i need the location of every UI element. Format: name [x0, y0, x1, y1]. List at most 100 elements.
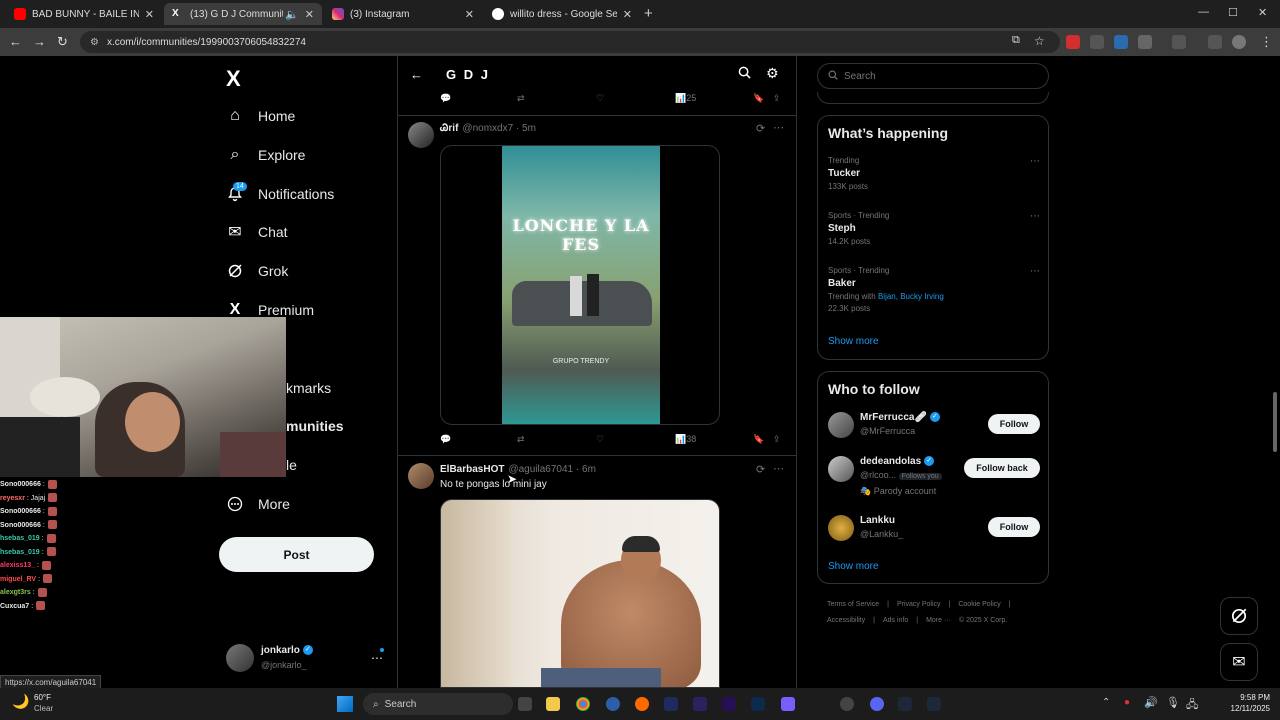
follow-button[interactable]: Follow: [988, 517, 1040, 537]
task-view-icon[interactable]: [518, 697, 532, 711]
follow-back-button[interactable]: Follow back: [964, 458, 1040, 478]
steam-icon[interactable]: [927, 697, 941, 711]
trend-more-icon[interactable]: ⋯: [1030, 211, 1040, 222]
retweet-icon[interactable]: ⇄: [517, 434, 525, 445]
app-icon[interactable]: [781, 697, 795, 711]
x-logo[interactable]: X: [226, 66, 241, 92]
search-input[interactable]: Search: [817, 63, 1049, 89]
forward-arrow-icon[interactable]: →: [33, 34, 46, 49]
extension-icon[interactable]: [1090, 35, 1104, 49]
follow-button[interactable]: Follow: [988, 414, 1040, 434]
nav-grok[interactable]: Grok: [226, 257, 288, 285]
windows-start-icon[interactable]: [337, 696, 353, 712]
clock-date[interactable]: 12/11/2025: [1220, 704, 1270, 713]
share-icon[interactable]: ⇪: [773, 93, 781, 104]
footer-link[interactable]: Terms of Service: [827, 601, 879, 608]
tweet-display-name[interactable]: Ꮚrif: [440, 123, 458, 134]
tweet-display-name[interactable]: ElBarbasHOT: [440, 464, 504, 475]
views-count[interactable]: 📊 38: [675, 434, 696, 445]
tweet-author-avatar[interactable]: [408, 463, 434, 489]
follow-suggestion[interactable]: dedeandolas ✓ @rlcoo... Follows you 🎭 Par…: [828, 456, 1040, 500]
tweet-more-icon[interactable]: ⋯: [773, 462, 784, 475]
tweet-handle[interactable]: @aguila67041: [508, 464, 573, 475]
share-icon[interactable]: ⇪: [773, 434, 781, 445]
footer-more-link[interactable]: More ···: [926, 617, 951, 624]
tweet-video[interactable]: LONCHE Y LA FES GRUPO TRENDY: [440, 145, 720, 425]
browser-menu-icon[interactable]: ⋮: [1260, 34, 1273, 50]
show-more-follow-link[interactable]: Show more: [828, 561, 879, 572]
after-effects-icon[interactable]: [693, 697, 707, 711]
footer-link[interactable]: Ads info: [883, 617, 908, 624]
bookmark-icon[interactable]: 🔖: [753, 434, 764, 445]
browser-tab-instagram[interactable]: (3) Instagram ✕: [324, 3, 482, 25]
retweet-icon[interactable]: ⇄: [517, 93, 525, 104]
tweet-author-avatar[interactable]: [408, 122, 434, 148]
adblock-extension-icon[interactable]: [1066, 35, 1080, 49]
bookmark-icon[interactable]: 🔖: [753, 93, 764, 104]
profile-avatar-icon[interactable]: [1232, 35, 1246, 49]
mic-icon[interactable]: 🎙: [1166, 696, 1180, 709]
new-tab-button[interactable]: +: [644, 5, 653, 22]
like-icon[interactable]: ♡: [596, 93, 604, 104]
browser-tab-youtube[interactable]: BAD BUNNY - BAILE INoLVIDA... ✕: [6, 3, 162, 25]
steam-icon[interactable]: [898, 697, 912, 711]
post-button[interactable]: Post: [219, 537, 374, 572]
trend-with-links[interactable]: Bijan, Bucky Irving: [878, 292, 944, 301]
app-icon[interactable]: [811, 697, 825, 711]
tweet-more-icon[interactable]: ⋯: [773, 121, 784, 134]
trend-item[interactable]: Trending Tucker 133K posts ⋯: [828, 156, 1040, 191]
minimize-button[interactable]: —: [1198, 6, 1209, 18]
nav-more[interactable]: More: [226, 490, 290, 518]
media-icon[interactable]: [1208, 35, 1222, 49]
grok-explain-icon[interactable]: ⟳: [756, 122, 765, 135]
network-icon[interactable]: 🖧: [1186, 696, 1198, 715]
puzzle-extensions-icon[interactable]: [1138, 35, 1152, 49]
taskbar-search-input[interactable]: ⌕ Search: [363, 693, 513, 715]
discord-icon[interactable]: [870, 697, 884, 711]
nav-explore[interactable]: ⌕ Explore: [226, 141, 306, 169]
messages-float-button[interactable]: ✉: [1220, 643, 1258, 681]
clock-time[interactable]: 9:58 PM: [1226, 693, 1270, 702]
volume-icon[interactable]: 🔊: [1144, 696, 1158, 709]
weather-icon[interactable]: 🌙: [12, 693, 29, 710]
speaker-icon[interactable]: 🔈: [285, 8, 299, 21]
like-icon[interactable]: ♡: [596, 434, 604, 445]
reply-icon[interactable]: 💬: [440, 93, 451, 104]
premiere-icon[interactable]: [722, 697, 736, 711]
close-tab-icon[interactable]: ✕: [145, 8, 154, 21]
star-icon[interactable]: ☆: [1034, 34, 1045, 48]
nav-communities[interactable]: munities: [286, 412, 344, 440]
tray-app-icon[interactable]: ●: [1124, 697, 1130, 708]
nav-profile[interactable]: le: [286, 451, 297, 479]
footer-link[interactable]: Accessibility: [827, 617, 865, 624]
footer-link[interactable]: Cookie Policy: [958, 601, 1000, 608]
close-tab-icon[interactable]: ✕: [465, 8, 474, 21]
show-more-trends-link[interactable]: Show more: [828, 336, 879, 347]
weather-desc[interactable]: Clear: [34, 704, 53, 713]
close-tab-icon[interactable]: ✕: [623, 8, 632, 21]
views-count[interactable]: 📊 25: [675, 93, 696, 104]
site-info-icon[interactable]: ⚙: [90, 37, 99, 48]
media-encoder-icon[interactable]: [664, 697, 678, 711]
tweet-photo[interactable]: [440, 499, 720, 688]
browser-tab-google[interactable]: willito dress - Google Search ✕: [484, 3, 640, 25]
tweet-handle[interactable]: @nomxdx7: [462, 123, 513, 134]
browser-tab-x-community[interactable]: X (13) G D J Community / X 🔈 ✕: [164, 3, 322, 25]
file-explorer-icon[interactable]: [546, 697, 560, 711]
back-arrow-icon[interactable]: ←: [410, 67, 423, 82]
reply-icon[interactable]: 💬: [440, 434, 451, 445]
maximize-button[interactable]: ☐: [1228, 6, 1238, 19]
sidebar-icon[interactable]: [1172, 35, 1186, 49]
back-arrow-icon[interactable]: ←: [9, 34, 22, 49]
app-icon[interactable]: [635, 697, 649, 711]
account-switcher[interactable]: jonkarlo ✓ @jonkarlo_ ⋯: [226, 641, 386, 677]
trend-more-icon[interactable]: ⋯: [1030, 156, 1040, 167]
tweet-time[interactable]: · 6m: [576, 464, 596, 475]
chrome-icon[interactable]: [576, 697, 590, 711]
trend-item[interactable]: Sports · Trending Baker Trending with Bi…: [828, 266, 1040, 313]
cast-icon[interactable]: ⧉: [1012, 34, 1020, 47]
weather-temp[interactable]: 60°F: [34, 693, 51, 702]
account-more-icon[interactable]: ⋯: [371, 651, 383, 665]
trend-item[interactable]: Sports · Trending Steph 14.2K posts ⋯: [828, 211, 1040, 246]
url-field[interactable]: ⚙ x.com/i/communities/199900370605483227…: [80, 31, 1060, 53]
